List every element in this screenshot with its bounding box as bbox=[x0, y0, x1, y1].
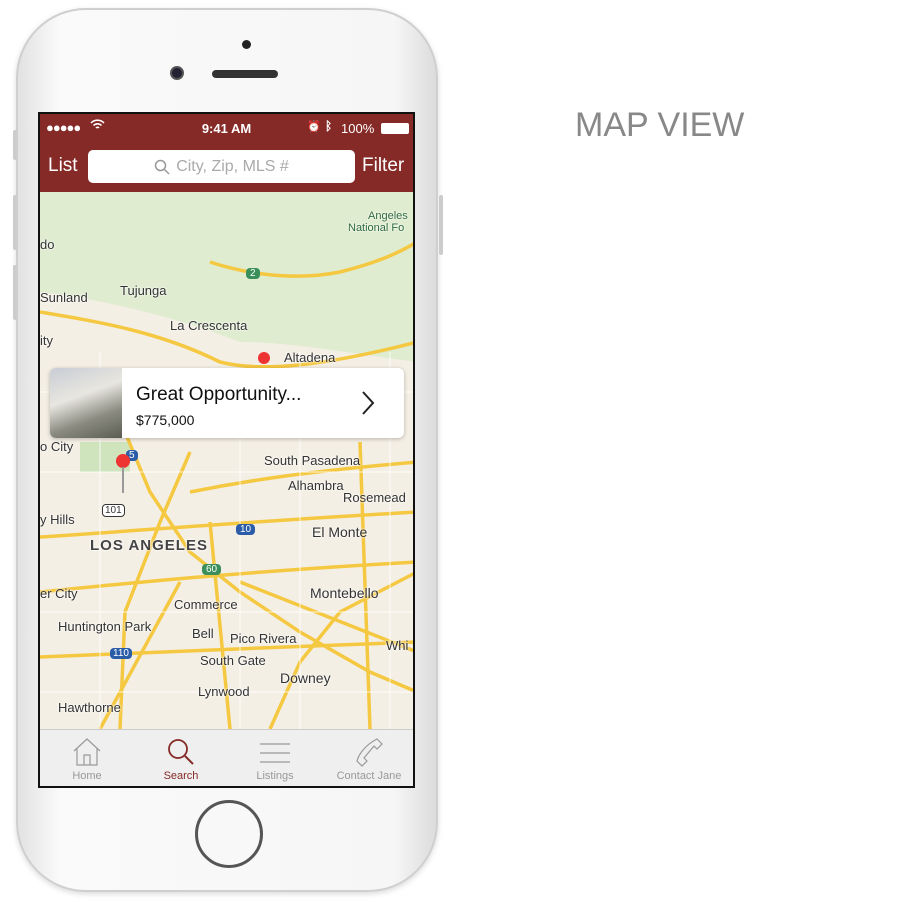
front-camera bbox=[170, 66, 184, 80]
bluetooth-icon: ᛒ bbox=[325, 119, 333, 133]
listing-photo bbox=[50, 368, 122, 438]
map-label: La Crescenta bbox=[170, 318, 248, 333]
map-pin-icon[interactable] bbox=[258, 352, 270, 364]
tab-home[interactable]: Home bbox=[40, 730, 134, 786]
sensor bbox=[242, 40, 251, 49]
highway-shield: 2 bbox=[246, 268, 260, 279]
tab-contact-jane[interactable]: Contact Jane bbox=[322, 730, 413, 786]
alarm-icon: ⏰ bbox=[307, 121, 321, 133]
map-label: Bell bbox=[192, 626, 214, 641]
phone-icon bbox=[356, 738, 383, 767]
home-hardware-button[interactable] bbox=[195, 800, 263, 868]
map-label: Rosemead bbox=[343, 490, 406, 505]
status-bar: ●●●●● 9:41 AM ⏰ ᛒ 100% bbox=[40, 114, 413, 142]
tab-listings[interactable]: Listings bbox=[228, 730, 322, 786]
page-title: MAP VIEW bbox=[575, 106, 745, 144]
nav-bar: List City, Zip, MLS # Filter bbox=[40, 142, 413, 192]
map-label: Alhambra bbox=[288, 478, 344, 493]
map-label: National Fo bbox=[348, 222, 405, 234]
tab-label: Contact Jane bbox=[336, 770, 402, 782]
tab-search[interactable]: Search bbox=[134, 730, 228, 786]
map-label: Hawthorne bbox=[58, 700, 121, 715]
map-label: Commerce bbox=[174, 597, 238, 612]
map-label: y Hills bbox=[40, 512, 75, 527]
map-label: o City bbox=[40, 439, 74, 454]
tab-label: Home bbox=[72, 770, 102, 782]
map-label: Montebello bbox=[310, 585, 379, 601]
map-label: Downey bbox=[280, 670, 331, 686]
highway-shield: 101 bbox=[102, 504, 125, 517]
home-icon bbox=[73, 738, 101, 766]
tab-label: Search bbox=[163, 770, 199, 782]
map-pin-icon[interactable] bbox=[116, 454, 130, 468]
search-input[interactable]: City, Zip, MLS # bbox=[88, 150, 355, 183]
chevron-right-icon[interactable] bbox=[360, 390, 376, 416]
highway-shield: 110 bbox=[110, 648, 132, 659]
map-label: ity bbox=[40, 333, 53, 348]
list-icon bbox=[260, 743, 290, 763]
speaker bbox=[212, 70, 278, 78]
search-icon bbox=[168, 739, 194, 765]
tab-bar: Home Search Listings Contact Jane bbox=[40, 729, 413, 786]
map-label: Altadena bbox=[284, 350, 336, 365]
highway-shield: 60 bbox=[202, 564, 222, 575]
map-label: South Pasadena bbox=[264, 453, 361, 468]
map-label: Lynwood bbox=[198, 684, 250, 699]
search-placeholder: City, Zip, MLS # bbox=[176, 157, 289, 175]
battery-icon bbox=[381, 123, 409, 134]
map-label: Pico Rivera bbox=[230, 631, 297, 646]
map-label: South Gate bbox=[200, 653, 266, 668]
map-view[interactable]: Angeles National Fo do Tujunga Sunland L… bbox=[40, 192, 413, 729]
map-label: er City bbox=[40, 586, 78, 601]
map-label: LOS ANGELES bbox=[90, 537, 208, 554]
map-label: Angeles bbox=[368, 210, 408, 222]
listing-title: Great Opportunity... bbox=[136, 384, 302, 405]
map-label: Sunland bbox=[40, 290, 88, 305]
tab-label: Listings bbox=[256, 770, 294, 782]
listing-callout[interactable]: Great Opportunity... $775,000 bbox=[50, 368, 404, 438]
map-label: do bbox=[40, 237, 55, 252]
filter-button[interactable]: Filter bbox=[362, 155, 404, 177]
map-label: Whi bbox=[386, 638, 409, 653]
map-label: El Monte bbox=[312, 524, 368, 540]
map-label: Huntington Park bbox=[58, 619, 152, 634]
map-label: Tujunga bbox=[120, 283, 167, 298]
listing-price: $775,000 bbox=[136, 412, 195, 428]
app-screen: ●●●●● 9:41 AM ⏰ ᛒ 100% List City, Zip, M… bbox=[38, 112, 415, 788]
battery-percent: 100% bbox=[341, 121, 375, 136]
highway-shield: 10 bbox=[236, 524, 256, 535]
list-button[interactable]: List bbox=[48, 155, 78, 177]
search-icon bbox=[154, 159, 170, 175]
